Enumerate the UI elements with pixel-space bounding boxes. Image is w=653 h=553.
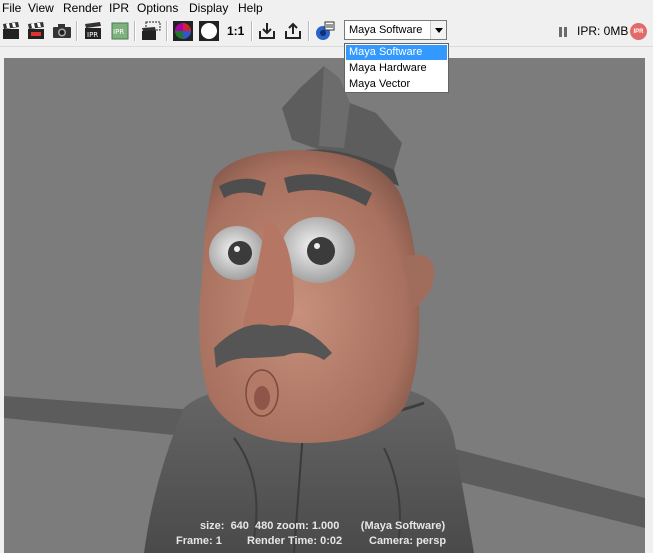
render-time-info: Render Time: 0:02 [247,535,343,547]
ipr-close-icon[interactable]: IPR [630,23,647,40]
render-settings-icon[interactable] [314,20,336,42]
render-frame-info: Frame: 1 [176,535,222,547]
real-size-button[interactable]: 1:1 [227,24,244,38]
menu-ipr[interactable]: IPR [109,1,129,15]
svg-text:IPR: IPR [113,28,124,36]
renderer-option-maya-software[interactable]: Maya Software [346,45,447,60]
toolbar-separator [166,21,168,41]
menu-view[interactable]: View [28,1,54,15]
keep-image-icon[interactable] [256,20,278,42]
renderer-selected-value: Maya Software [349,24,423,36]
rendered-character-image [4,66,645,553]
renderer-options-list: Maya Software Maya Hardware Maya Vector [344,43,449,93]
toolbar-separator [308,21,310,41]
menu-render[interactable]: Render [63,1,102,15]
toolbar: IPR IPR 1:1 [0,16,653,47]
ipr-refresh-icon[interactable]: IPR [109,20,131,42]
menu-file[interactable]: File [2,1,21,15]
clapper-render-icon[interactable] [0,20,22,42]
renderer-option-maya-vector[interactable]: Maya Vector [346,77,447,92]
menu-bar: File View Render IPR Options Display Hel… [0,0,653,16]
menu-display[interactable]: Display [189,1,228,15]
ipr-render-icon[interactable]: IPR [82,20,104,42]
pause-ipr-icon[interactable] [559,27,567,37]
render-view[interactable]: size: 640 480 zoom: 1.000 (Maya Software… [4,58,645,553]
render-region-icon[interactable] [140,20,162,42]
alpha-channel-icon[interactable] [198,20,220,42]
camera-snapshot-icon[interactable] [51,20,73,42]
render-size-info: size: 640 480 zoom: 1.000 (Maya Software… [200,520,446,532]
toolbar-separator [76,21,78,41]
renderer-dropdown[interactable]: Maya Software [344,20,447,40]
chevron-down-icon[interactable] [430,21,446,39]
remove-image-icon[interactable] [282,20,304,42]
color-channels-icon[interactable] [172,20,194,42]
ipr-memory-status: IPR: 0MB [577,24,629,38]
render-camera-info: Camera: persp [369,535,447,547]
toolbar-separator [251,21,253,41]
renderer-option-maya-hardware[interactable]: Maya Hardware [346,61,447,76]
menu-help[interactable]: Help [238,1,263,15]
clapper-redo-icon[interactable] [25,20,47,42]
toolbar-separator [134,21,136,41]
menu-options[interactable]: Options [137,1,178,15]
svg-text:IPR: IPR [87,31,98,39]
